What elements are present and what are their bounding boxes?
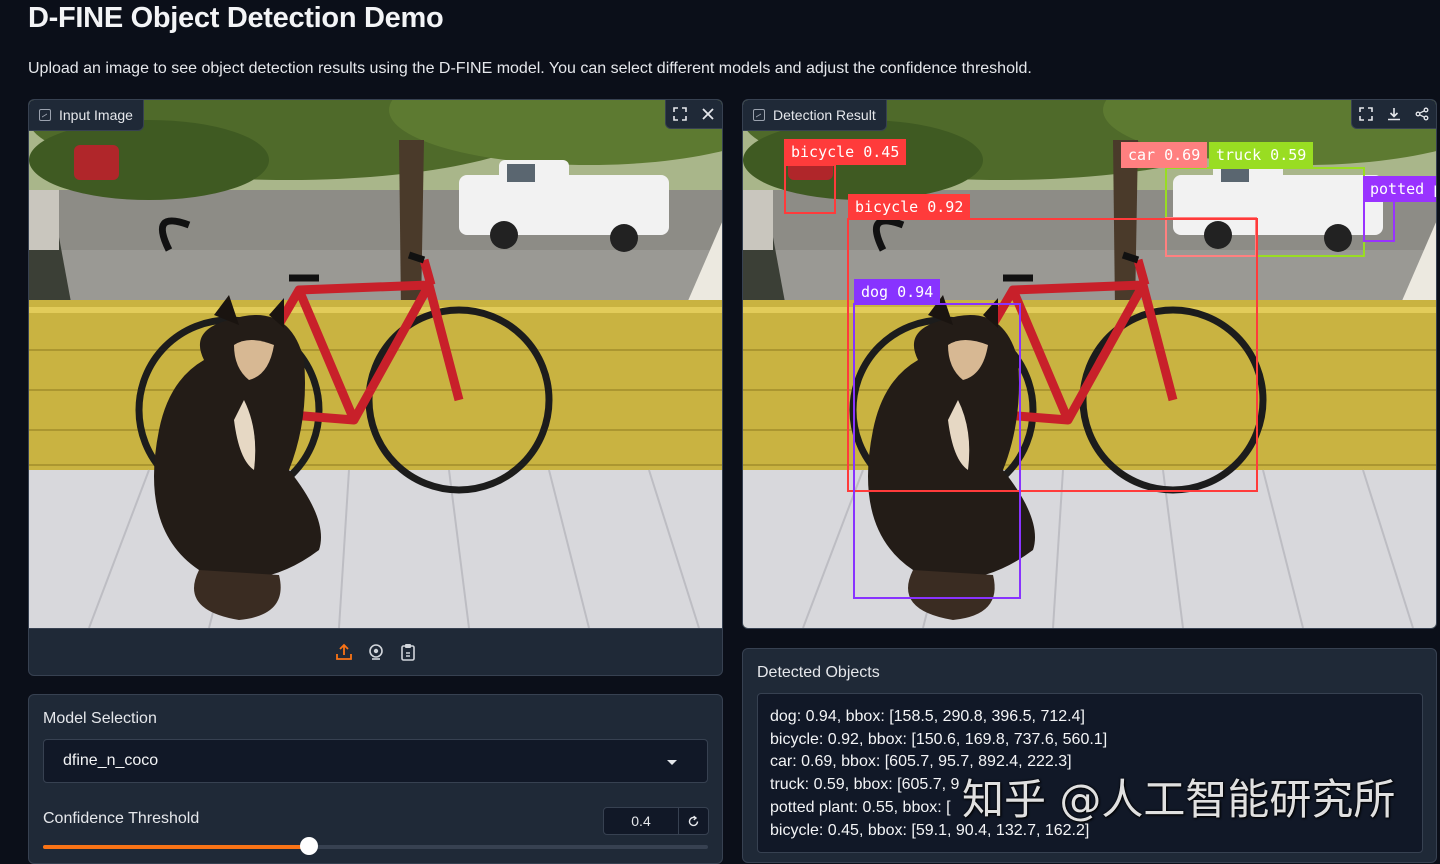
detection-tag: car 0.69 — [1121, 142, 1208, 168]
fullscreen-button[interactable] — [666, 100, 694, 128]
threshold-slider[interactable] — [43, 837, 708, 855]
result-image-label: Detection Result — [743, 100, 887, 131]
detected-object-line: bicycle: 0.92, bbox: [150.6, 169.8, 737.… — [770, 730, 1108, 748]
detection-tag: bicycle 0.92 — [848, 194, 971, 220]
image-icon — [753, 109, 765, 121]
page-description: Upload an image to see object detection … — [28, 60, 1032, 77]
clipboard-icon — [400, 644, 415, 661]
share-icon — [1415, 107, 1429, 121]
input-image[interactable] — [29, 100, 723, 628]
reset-threshold-button[interactable] — [678, 808, 708, 834]
confidence-threshold-label: Confidence Threshold — [43, 810, 200, 827]
webcam-icon — [368, 644, 383, 660]
result-image-toolbar — [1351, 100, 1436, 129]
detected-objects-label: Detected Objects — [757, 664, 880, 681]
detection-box-potted-plant — [1363, 200, 1395, 242]
settings-panel: Model Selection dfine_n_coco Confidence … — [28, 694, 723, 864]
page-title: D-FINE Object Detection Demo — [28, 2, 444, 34]
download-button[interactable] — [1380, 100, 1408, 128]
detected-object-line: dog: 0.94, bbox: [158.5, 290.8, 396.5, 7… — [770, 708, 1085, 725]
upload-button[interactable] — [335, 643, 353, 661]
result-image-label-text: Detection Result — [773, 107, 876, 123]
result-image: bicycle 0.45 car 0.69 truck 0.59 potted … — [743, 100, 1436, 628]
detection-tag: bicycle 0.45 — [784, 139, 907, 165]
fullscreen-icon — [673, 107, 687, 121]
clipboard-button[interactable] — [399, 643, 417, 661]
threshold-value[interactable]: 0.4 — [604, 808, 679, 834]
detection-tag: truck 0.59 — [1209, 142, 1314, 168]
fullscreen-button[interactable] — [1352, 100, 1380, 128]
input-image-label-text: Input Image — [59, 107, 133, 123]
detection-tag: dog 0.94 — [854, 279, 941, 305]
input-image-toolbar — [665, 100, 722, 129]
clear-image-button[interactable] — [694, 100, 722, 128]
detection-result-panel: bicycle 0.45 car 0.69 truck 0.59 potted … — [742, 99, 1437, 629]
chevron-down-icon — [667, 760, 677, 765]
share-button[interactable] — [1408, 100, 1436, 128]
model-selection-label: Model Selection — [43, 710, 157, 727]
detection-box-bicycle-small — [784, 164, 836, 214]
image-icon — [39, 109, 51, 121]
detection-tag: potted p — [1363, 176, 1436, 202]
image-source-bar — [29, 628, 722, 675]
threshold-number-input: 0.4 — [603, 807, 709, 835]
slider-fill — [43, 845, 309, 849]
reset-icon — [688, 815, 698, 826]
detected-objects-panel: Detected Objects dog: 0.94, bbox: [158.5… — [742, 648, 1437, 863]
upload-icon — [335, 643, 352, 660]
detection-box-dog — [853, 303, 1021, 599]
download-icon — [1388, 108, 1400, 121]
model-dropdown[interactable]: dfine_n_coco — [43, 739, 708, 783]
slider-thumb[interactable] — [300, 837, 318, 855]
close-icon — [702, 108, 714, 120]
input-photo — [29, 100, 723, 628]
input-image-label: Input Image — [29, 100, 144, 131]
fullscreen-icon — [1359, 107, 1373, 121]
model-dropdown-value: dfine_n_coco — [63, 752, 159, 769]
webcam-button[interactable] — [367, 643, 385, 661]
watermark: 知乎 @人工智能研究所 — [962, 775, 1396, 824]
input-image-panel: Input Image — [28, 99, 723, 676]
